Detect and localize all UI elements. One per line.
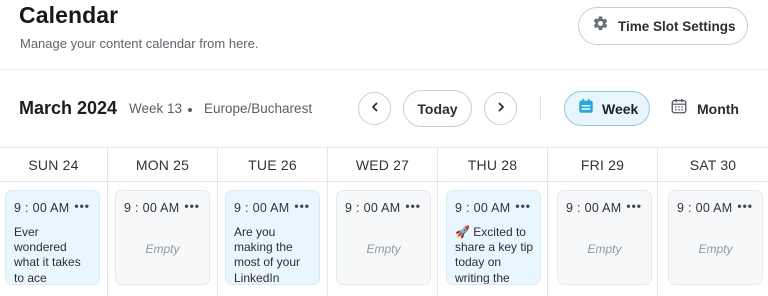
scheduled-post-slot[interactable]: 9 : 00 AM ••• Are you making the most of… [225,190,320,285]
empty-slot[interactable]: 9 : 00 AM ••• Empty [557,190,652,285]
day-header: FRI 29 [548,148,657,182]
day-column-wed: WED 27 9 : 00 AM ••• Empty [328,148,438,296]
empty-slot[interactable]: 9 : 00 AM ••• Empty [115,190,210,285]
empty-label: Empty [587,242,622,256]
month-title: March 2024 [19,98,118,118]
today-button[interactable]: Today [403,90,472,127]
day-column-sun: SUN 24 9 : 00 AM ••• Ever wondered what … [0,148,108,296]
day-column-fri: FRI 29 9 : 00 AM ••• Empty [548,148,658,296]
empty-label: Empty [698,242,733,256]
slot-time: 9 : 00 AM [124,201,180,215]
toolbar-divider [540,97,541,121]
day-header: SAT 30 [658,148,768,182]
slot-time: 9 : 00 AM [455,201,511,215]
chevron-left-icon [369,100,381,118]
calendar-toolbar: March 2024 Week 13 Europe/Bucharest Toda… [0,70,768,147]
empty-slot[interactable]: 9 : 00 AM ••• Empty [668,190,763,285]
week-view-label: Week [602,100,639,117]
gear-icon [592,15,609,37]
next-week-button[interactable] [484,92,517,125]
more-options-icon[interactable]: ••• [737,199,753,213]
day-header: THU 28 [438,148,547,182]
page-title: Calendar [19,2,119,28]
empty-label: Empty [145,242,180,256]
month-calendar-icon [670,97,688,120]
slot-time: 9 : 00 AM [677,201,733,215]
week-view-button[interactable]: Week [564,91,650,126]
time-slot-settings-label: Time Slot Settings [618,18,736,34]
empty-slot[interactable]: 9 : 00 AM ••• Empty [336,190,431,285]
more-options-icon[interactable]: ••• [405,199,421,213]
page-header: Calendar Manage your content calendar fr… [0,0,768,70]
day-header: SUN 24 [0,148,107,182]
time-slot-settings-button[interactable]: Time Slot Settings [578,7,748,45]
separator-dot [188,108,192,112]
page-subtitle: Manage your content calendar from here. [20,36,259,51]
empty-label: Empty [366,242,401,256]
post-preview-text: Are you making the most of your LinkedIn [234,225,301,285]
day-header: MON 25 [108,148,217,182]
post-preview-text: Ever wondered what it takes to ace [14,225,81,285]
chevron-right-icon [495,100,507,118]
day-column-sat: SAT 30 9 : 00 AM ••• Empty [658,148,768,296]
day-header: TUE 26 [218,148,327,182]
more-options-icon[interactable]: ••• [626,199,642,213]
slot-time: 9 : 00 AM [14,201,70,215]
day-column-mon: MON 25 9 : 00 AM ••• Empty [108,148,218,296]
scheduled-post-slot[interactable]: 9 : 00 AM ••• Ever wondered what it take… [5,190,100,285]
more-options-icon[interactable]: ••• [184,199,200,213]
week-number: Week 13 [129,101,183,116]
slot-time: 9 : 00 AM [345,201,401,215]
month-view-button[interactable]: Month [668,91,748,126]
day-header: WED 27 [328,148,437,182]
slot-time: 9 : 00 AM [234,201,290,215]
day-column-tue: TUE 26 9 : 00 AM ••• Are you making the … [218,148,328,296]
week-grid: SUN 24 9 : 00 AM ••• Ever wondered what … [0,147,768,296]
scheduled-post-slot[interactable]: 9 : 00 AM ••• 🚀 Excited to share a key t… [446,190,541,285]
slot-time: 9 : 00 AM [566,201,622,215]
post-preview-text: 🚀 Excited to share a key tip today on wr… [455,225,534,285]
month-view-label: Month [697,100,739,117]
timezone-label: Europe/Bucharest [204,101,313,116]
day-column-thu: THU 28 9 : 00 AM ••• 🚀 Excited to share … [438,148,548,296]
more-options-icon[interactable]: ••• [515,199,531,213]
previous-week-button[interactable] [358,92,391,125]
more-options-icon[interactable]: ••• [74,199,90,213]
more-options-icon[interactable]: ••• [294,199,310,213]
week-calendar-icon [577,97,595,120]
